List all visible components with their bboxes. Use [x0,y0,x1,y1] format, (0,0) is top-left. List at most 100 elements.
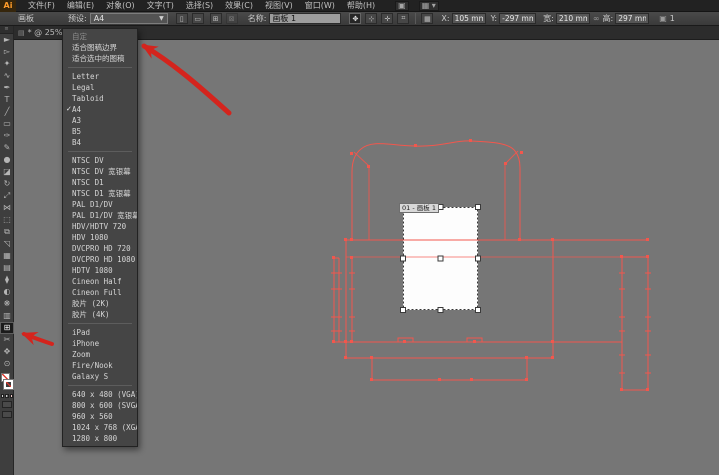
preset-item-iphone[interactable]: iPhone [63,338,137,349]
preset-item-film-4k[interactable]: 胶片 (4K) [63,309,137,320]
y-field[interactable] [499,13,536,24]
menu-window[interactable]: 窗口(W) [299,0,341,12]
artboard-name-badge[interactable]: 01 - 画板 1 [399,203,439,213]
preset-item-letter[interactable]: Letter [63,71,137,82]
tool-blend[interactable]: ◐ [0,286,14,298]
preset-item-cineon-full[interactable]: Cineon Full [63,287,137,298]
menu-object[interactable]: 对象(O) [100,0,141,12]
tool-line-segment[interactable]: ╱ [0,106,14,118]
rearrange-artboards-button[interactable]: ▦ [421,13,433,24]
preset-item-legal[interactable]: Legal [63,82,137,93]
menu-select[interactable]: 选择(S) [180,0,219,12]
preset-item-fit-selected-art[interactable]: 适合选中的图稿 [63,53,137,64]
tool-perspective-grid[interactable]: ◹ [0,238,14,250]
tool-selection[interactable]: ► [0,34,14,46]
tool-symbol-sprayer[interactable]: ❋ [0,298,14,310]
tool-shape-builder[interactable]: ⧉ [0,226,14,238]
move-copy-artwork-toggle[interactable]: ✥ [349,13,361,24]
preset-item-800x600[interactable]: 800 x 600 (SVGA) [63,400,137,411]
preset-item-ntsc-dv[interactable]: NTSC DV [63,155,137,166]
menu-type[interactable]: 文字(T) [141,0,180,12]
tool-eyedropper[interactable]: ⧫ [0,274,14,286]
preset-item-dvcpro-hd-1080[interactable]: DVCPRO HD 1080 [63,254,137,265]
preset-item-640x480[interactable]: 640 x 480 (VGA) [63,389,137,400]
tool-rectangle[interactable]: ▭ [0,118,14,130]
preset-item-tabloid[interactable]: Tabloid [63,93,137,104]
tool-column-graph[interactable]: ▥ [0,310,14,322]
artboard-name-input[interactable] [269,13,341,24]
tool-lasso[interactable]: ∿ [0,70,14,82]
preset-item-b5[interactable]: B5 [63,126,137,137]
tool-hand[interactable]: ✥ [0,346,14,358]
preset-item-film-2k[interactable]: 胶片 (2K) [63,298,137,309]
tool-eraser[interactable]: ◪ [0,166,14,178]
tool-blob-brush[interactable]: ● [0,154,14,166]
tool-artboard[interactable]: ⊞ [0,322,14,334]
tool-pencil[interactable]: ✎ [0,142,14,154]
tool-slice[interactable]: ✂ [0,334,14,346]
preset-item-ntsc-d1-widescreen[interactable]: NTSC D1 宽银幕 [63,188,137,199]
menu-edit[interactable]: 编辑(E) [61,0,100,12]
delete-artboard-button[interactable]: ⊠ [226,13,238,24]
height-field[interactable] [615,13,649,24]
drawing-mode-button[interactable] [2,401,12,408]
tool-mesh[interactable]: ▦ [0,250,14,262]
show-cross-hairs-button[interactable]: ✛ [381,13,393,24]
menu-file[interactable]: 文件(F) [22,0,61,12]
preset-item-pal-d1-dv-widescreen[interactable]: PAL D1/DV 宽银幕 [63,210,137,221]
preset-item-hdv-hdtv-720[interactable]: HDV/HDTV 720 [63,221,137,232]
preset-item-fire-nook[interactable]: Fire/Nook [63,360,137,371]
tool-pen[interactable]: ✒ [0,82,14,94]
preset-combo[interactable]: A4 ▼ [90,13,168,24]
preset-item-11[interactable] [68,151,132,152]
preset-item-ipad[interactable]: iPad [63,327,137,338]
preset-item-1280x800[interactable]: 1280 x 800 [63,433,137,444]
preset-item-custom[interactable]: 自定 [63,31,137,42]
show-video-safe-areas-button[interactable]: ⌗ [397,13,409,24]
menu-effect[interactable]: 效果(C) [219,0,259,12]
stroke-swatch[interactable] [4,380,13,389]
preset-item-zoom[interactable]: Zoom [63,349,137,360]
preset-item-a4[interactable]: A4 [63,104,137,115]
tool-scale[interactable]: ⤢ [0,190,14,202]
new-artboard-button[interactable]: ⊞ [210,13,222,24]
preset-item-hdv-1080[interactable]: HDV 1080 [63,232,137,243]
show-center-mark-button[interactable]: ⊹ [365,13,377,24]
workspace-switcher[interactable]: ▦ ▾ [419,1,439,11]
preset-item-a3[interactable]: A3 [63,115,137,126]
tool-zoom[interactable]: ⊙ [0,358,14,370]
tool-magic-wand[interactable]: ✦ [0,58,14,70]
preset-item-33[interactable] [68,385,132,386]
color-mini-button[interactable] [1,394,4,398]
tool-rotate[interactable]: ↻ [0,178,14,190]
tool-width[interactable]: ⋈ [0,202,14,214]
bridge-icon[interactable]: ▣ [395,1,409,11]
menu-help[interactable]: 帮助(H) [341,0,381,12]
preset-item-ntsc-dv-widescreen[interactable]: NTSC DV 宽银幕 [63,166,137,177]
tool-direct-selection[interactable]: ▻ [0,46,14,58]
tool-type[interactable]: T [0,94,14,106]
landscape-orientation-button[interactable]: ▭ [192,13,204,24]
preset-item-cineon-half[interactable]: Cineon Half [63,276,137,287]
tool-gradient[interactable]: ▤ [0,262,14,274]
preset-item-960x560[interactable]: 960 x 560 [63,411,137,422]
preset-item-hdtv-1080[interactable]: HDTV 1080 [63,265,137,276]
preset-item-galaxy-s[interactable]: Galaxy S [63,371,137,382]
menu-view[interactable]: 视图(V) [259,0,299,12]
screen-mode-button[interactable] [2,411,12,418]
preset-item-ntsc-d1[interactable]: NTSC D1 [63,177,137,188]
preset-item-1024x768[interactable]: 1024 x 768 (XGA) [63,422,137,433]
x-field[interactable] [452,13,486,24]
link-dimensions-icon[interactable]: ∞ [593,14,600,23]
preset-item-27[interactable] [68,323,132,324]
width-field[interactable] [556,13,590,24]
tools-panel-header[interactable]: ≡ [0,26,13,34]
tool-free-transform[interactable]: ⬚ [0,214,14,226]
preset-item-b4[interactable]: B4 [63,137,137,148]
preset-item-3[interactable] [68,67,132,68]
portrait-orientation-button[interactable]: ▯ [176,13,188,24]
preset-item-dvcpro-hd-720[interactable]: DVCPRO HD 720 [63,243,137,254]
none-mini-button[interactable] [10,394,13,398]
tool-paintbrush[interactable]: ✑ [0,130,14,142]
preset-item-fit-artwork-bounds[interactable]: 适合图稿边界 [63,42,137,53]
